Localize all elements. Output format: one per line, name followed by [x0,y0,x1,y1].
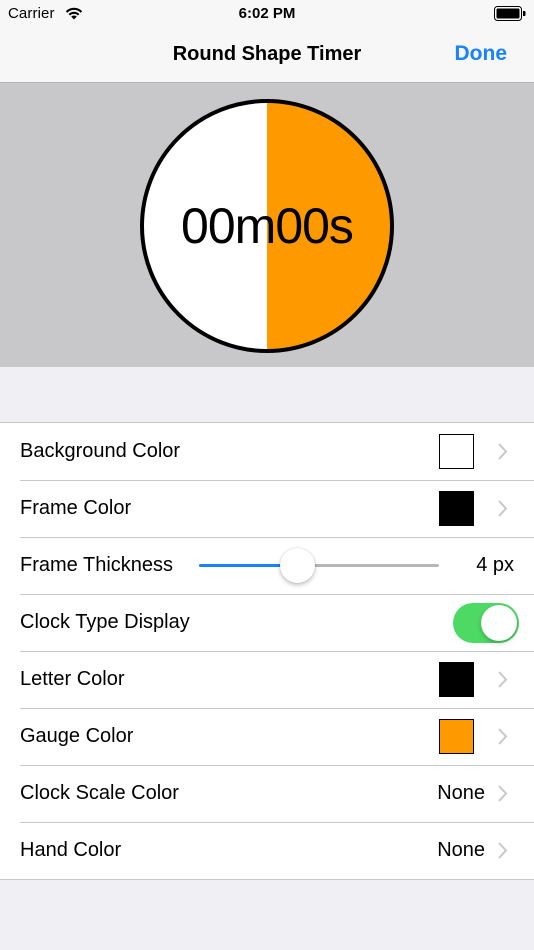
frame-color-row[interactable]: Frame Color [0,480,534,537]
letter-color-label: Letter Color [20,668,125,690]
hand-color-value: None [437,839,485,861]
battery-icon [494,6,526,21]
frame-color-swatch [439,491,474,526]
status-bar: Carrier 6:02 PM [0,0,534,28]
background-color-label: Background Color [20,440,181,462]
frame-thickness-value: 4 px [476,554,514,576]
chevron-right-icon [498,785,508,802]
frame-thickness-label: Frame Thickness [20,554,174,576]
toggle-knob [481,605,517,641]
clock-type-display-label: Clock Type Display [20,611,190,633]
timer-preview: 00m00s [0,83,534,367]
background-color-swatch [439,434,474,469]
done-button[interactable]: Done [455,42,508,66]
clock-scale-color-row[interactable]: Clock Scale Color None [0,765,534,822]
chevron-right-icon [498,728,508,745]
clock-type-display-toggle[interactable] [453,603,519,643]
hand-color-label: Hand Color [20,839,122,861]
clock-type-display-row: Clock Type Display [0,594,534,651]
status-time: 6:02 PM [238,5,296,22]
timer-readout: 00m00s [181,198,354,254]
chevron-right-icon [498,842,508,859]
hand-color-row[interactable]: Hand Color None [0,822,534,879]
navigation-bar: Round Shape Timer Done [0,28,534,83]
letter-color-swatch [439,662,474,697]
chevron-right-icon [498,443,508,460]
gauge-color-label: Gauge Color [20,725,134,747]
clock-scale-color-value: None [437,782,485,804]
gauge-color-row[interactable]: Gauge Color [0,708,534,765]
frame-thickness-row: Frame Thickness 4 px [0,537,534,594]
clock-scale-color-label: Clock Scale Color [20,782,179,804]
letter-color-row[interactable]: Letter Color [0,651,534,708]
chevron-right-icon [498,500,508,517]
chevron-right-icon [498,671,508,688]
settings-list: Background Color Frame Color Frame Thick… [0,422,534,880]
frame-thickness-slider-thumb[interactable] [279,548,315,583]
frame-color-label: Frame Color [20,497,132,519]
background-color-row[interactable]: Background Color [0,423,534,480]
gauge-color-swatch [439,719,474,754]
